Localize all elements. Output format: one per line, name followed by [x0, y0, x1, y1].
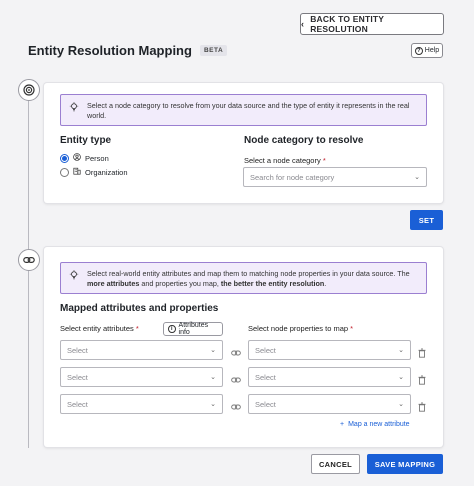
cancel-button[interactable]: CANCEL [311, 454, 360, 474]
attributes-info-button[interactable]: i Attributes info [163, 322, 223, 336]
entity-attribute-select[interactable]: Select ⌄ [60, 340, 223, 360]
node-category-card: Select a node category to resolve from y… [44, 83, 443, 203]
beta-badge: BETA [199, 45, 228, 56]
chevron-down-icon: ⌄ [414, 174, 420, 181]
node-property-select[interactable]: Select ⌄ [248, 340, 411, 360]
radio-organization[interactable]: Organization [60, 167, 128, 177]
chevron-down-icon: ⌄ [398, 374, 404, 381]
required-mark: * [135, 324, 139, 333]
link-icon [231, 399, 241, 417]
chevron-down-icon: ⌄ [210, 347, 216, 354]
help-icon: ? [414, 46, 423, 55]
select-placeholder: Select [67, 345, 88, 355]
info-bold-better-resolution: the better the entity resolution [220, 279, 325, 288]
entity-attribute-select[interactable]: Select ⌄ [60, 394, 223, 414]
chevron-down-icon: ⌄ [210, 374, 216, 381]
chevron-down-icon: ⌄ [210, 401, 216, 408]
node-category-label: Select a node category * [244, 156, 326, 165]
trash-icon[interactable] [417, 345, 427, 363]
link-icon [231, 345, 241, 363]
page-title: Entity Resolution Mapping [28, 43, 192, 58]
chevron-down-icon: ⌄ [398, 347, 404, 354]
select-placeholder: Select [255, 345, 276, 355]
page-title-row: Entity Resolution Mapping BETA [28, 43, 228, 58]
target-icon [18, 79, 40, 101]
chevron-left-icon: ‹ [301, 18, 305, 29]
step2-info-box: Select real-world entity attributes and … [60, 262, 427, 294]
step1-info-text: Select a node category to resolve from y… [87, 101, 410, 120]
building-icon [73, 167, 81, 177]
link-step-icon [18, 249, 40, 271]
entity-attributes-label: Select entity attributes * [60, 324, 139, 333]
set-button[interactable]: SET [410, 210, 443, 230]
plus-icon: + [340, 421, 345, 428]
trash-icon[interactable] [417, 372, 427, 390]
trash-icon[interactable] [417, 399, 427, 417]
info-icon: i [168, 325, 176, 333]
select-placeholder: Select [255, 372, 276, 382]
node-properties-label: Select node properties to map * [248, 324, 353, 333]
node-property-select[interactable]: Select ⌄ [248, 367, 411, 387]
map-new-attribute-label: Map a new attribute [348, 421, 410, 428]
lightbulb-icon [69, 270, 79, 287]
node-category-search-select[interactable]: Search for node category ⌄ [243, 167, 427, 187]
back-button-label: BACK TO ENTITY RESOLUTION [310, 14, 384, 34]
info-text-part: . [324, 279, 327, 288]
node-property-select[interactable]: Select ⌄ [248, 394, 411, 414]
link-icon [231, 372, 241, 390]
entity-type-heading: Entity type [60, 135, 112, 146]
map-new-attribute-link[interactable]: + Map a new attribute [340, 421, 410, 428]
mapped-attributes-heading: Mapped attributes and properties [60, 303, 219, 314]
info-text-part: and properties you map, [139, 279, 221, 288]
chevron-down-icon: ⌄ [398, 401, 404, 408]
node-category-heading: Node category to resolve [244, 135, 364, 146]
radio-button[interactable] [60, 167, 69, 177]
step1-info-box: Select a node category to resolve from y… [60, 94, 427, 126]
select-placeholder: Select [255, 399, 276, 409]
info-bold-more-attributes: more attributes [87, 279, 140, 288]
back-to-entity-resolution-button[interactable]: ‹ BACK TO ENTITY RESOLUTION [300, 13, 444, 35]
node-category-placeholder: Search for node category [250, 172, 335, 182]
radio-button[interactable] [60, 153, 69, 163]
node-properties-label-text: Select node properties to map [248, 324, 349, 333]
select-placeholder: Select [67, 399, 88, 409]
step2-info-text: Select real-world entity attributes and … [87, 269, 418, 288]
required-mark: * [322, 156, 326, 165]
person-icon [73, 153, 81, 163]
radio-person[interactable]: Person [60, 153, 109, 163]
required-mark: * [350, 324, 354, 333]
select-placeholder: Select [67, 372, 88, 382]
info-text-part: Select real-world entity attributes and … [87, 269, 410, 278]
attribute-mapping-card: Select real-world entity attributes and … [44, 247, 443, 447]
node-category-label-text: Select a node category [244, 156, 321, 165]
attributes-info-label: Attributes info [178, 322, 209, 336]
radio-person-label: Person [85, 153, 109, 163]
lightbulb-icon [69, 102, 79, 119]
entity-attribute-select[interactable]: Select ⌄ [60, 367, 223, 387]
save-mapping-button[interactable]: SAVE MAPPING [367, 454, 443, 474]
help-label: Help [424, 47, 440, 54]
help-button[interactable]: ? Help [411, 43, 443, 58]
radio-organization-label: Organization [85, 167, 128, 177]
entity-attributes-label-text: Select entity attributes [60, 324, 134, 333]
